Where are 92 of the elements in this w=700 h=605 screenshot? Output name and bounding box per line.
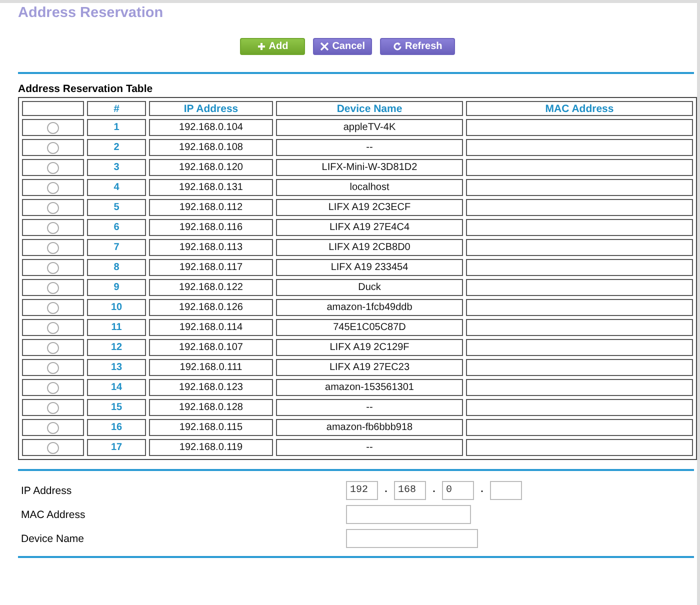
table-cell: 192.168.0.115: [149, 419, 273, 436]
table-cell: 4: [87, 179, 146, 196]
radio-button[interactable]: [47, 362, 59, 374]
mac-address-field[interactable]: [346, 505, 471, 524]
table-cell: --: [276, 399, 463, 416]
radio-button[interactable]: [47, 142, 59, 154]
field-label: Device Name: [21, 532, 86, 544]
table-cell: 192.168.0.104: [149, 119, 273, 136]
field-label: IP Address: [21, 484, 73, 496]
plus-icon: [256, 42, 266, 51]
refresh-button[interactable]: Refresh: [380, 38, 456, 55]
table-cell: 5: [87, 199, 146, 216]
radio-button[interactable]: [47, 182, 59, 194]
ip-octet-field[interactable]: [490, 481, 522, 500]
table-cell: amazon-fb6bbb918: [276, 419, 463, 436]
table-cell: 13: [87, 359, 146, 376]
table-cell: LIFX A19 2C129F: [276, 339, 463, 356]
table-cell: LIFX A19 233454: [276, 259, 463, 276]
table-cell: 8: [87, 259, 146, 276]
table-cell: 192.168.0.120: [149, 159, 273, 176]
radio-button[interactable]: [47, 242, 59, 254]
table-cell: 15: [87, 399, 146, 416]
table-cell: amazon-1fcb49ddb: [276, 299, 463, 316]
column-header: Device Name: [276, 101, 463, 116]
table-cell: LIFX A19 2CB8D0: [276, 239, 463, 256]
table-cell: 17: [87, 439, 146, 456]
table-cell: Duck: [276, 279, 463, 296]
radio-button[interactable]: [47, 442, 59, 454]
radio-button[interactable]: [47, 202, 59, 214]
cancel-button[interactable]: Cancel: [313, 38, 372, 55]
separator-text: .: [383, 485, 390, 496]
table-cell: 192.168.0.122: [149, 279, 273, 296]
table-cell: amazon-153561301: [276, 379, 463, 396]
refresh-icon: [393, 42, 402, 51]
radio-button[interactable]: [47, 122, 59, 134]
table-caption: Address Reservation Table: [18, 83, 154, 95]
table-cell: 192.168.0.131: [149, 179, 273, 196]
table-cell: 11: [87, 319, 146, 336]
table-cell: 192.168.0.108: [149, 139, 273, 156]
table-cell: --: [276, 439, 463, 456]
table-cell: 192.168.0.113: [149, 239, 273, 256]
table-cell: 192.168.0.111: [149, 359, 273, 376]
table-cell: 7: [87, 239, 146, 256]
table-cell: localhost: [276, 179, 463, 196]
ip-octet-field[interactable]: 0: [442, 481, 474, 500]
table-cell: 192.168.0.117: [149, 259, 273, 276]
table-cell: 10: [87, 299, 146, 316]
table-cell: 192.168.0.128: [149, 399, 273, 416]
column-header: IP Address: [149, 101, 273, 116]
radio-button[interactable]: [47, 262, 59, 274]
table-cell: 9: [87, 279, 146, 296]
table-cell: appleTV-4K: [276, 119, 463, 136]
radio-button[interactable]: [47, 162, 59, 174]
table-cell: 16: [87, 419, 146, 436]
device-name-field[interactable]: [346, 529, 478, 548]
radio-button[interactable]: [47, 402, 59, 414]
table-cell: 2: [87, 139, 146, 156]
radio-button[interactable]: [47, 302, 59, 314]
separator-text: .: [431, 485, 438, 496]
table-cell: 1: [87, 119, 146, 136]
table-cell: LIFX A19 2C3ECF: [276, 199, 463, 216]
ip-octet-field[interactable]: 168: [394, 481, 426, 500]
table-cell: 14: [87, 379, 146, 396]
table-cell: 12: [87, 339, 146, 356]
radio-button[interactable]: [47, 322, 59, 334]
table-cell: 192.168.0.126: [149, 299, 273, 316]
table-cell: LIFX-Mini-W-3D81D2: [276, 159, 463, 176]
table-cell: LIFX A19 27E4C4: [276, 219, 463, 236]
radio-button[interactable]: [47, 282, 59, 294]
radio-button[interactable]: [47, 382, 59, 394]
radio-button[interactable]: [47, 222, 59, 234]
table-cell: 192.168.0.114: [149, 319, 273, 336]
table-cell: 6: [87, 219, 146, 236]
header-cell: [22, 101, 84, 116]
table-cell: LIFX A19 27EC23: [276, 359, 463, 376]
field-label: MAC Address: [21, 508, 86, 520]
close-icon: [320, 42, 330, 51]
radio-button[interactable]: [47, 342, 59, 354]
table-cell: --: [276, 139, 463, 156]
table-cell: 3: [87, 159, 146, 176]
table-cell: 745E1C05C87D: [276, 319, 463, 336]
table-cell: 192.168.0.123: [149, 379, 273, 396]
ip-octet-field[interactable]: 192: [346, 481, 378, 500]
separator-text: .: [479, 485, 486, 496]
table-cell: 192.168.0.119: [149, 439, 273, 456]
column-header: MAC Address: [466, 101, 693, 116]
radio-button[interactable]: [47, 422, 59, 434]
table-cell: 192.168.0.107: [149, 339, 273, 356]
column-header: #: [87, 101, 146, 116]
table-cell: 192.168.0.116: [149, 219, 273, 236]
page-title: Address Reservation: [18, 5, 164, 21]
table-cell: 192.168.0.112: [149, 199, 273, 216]
